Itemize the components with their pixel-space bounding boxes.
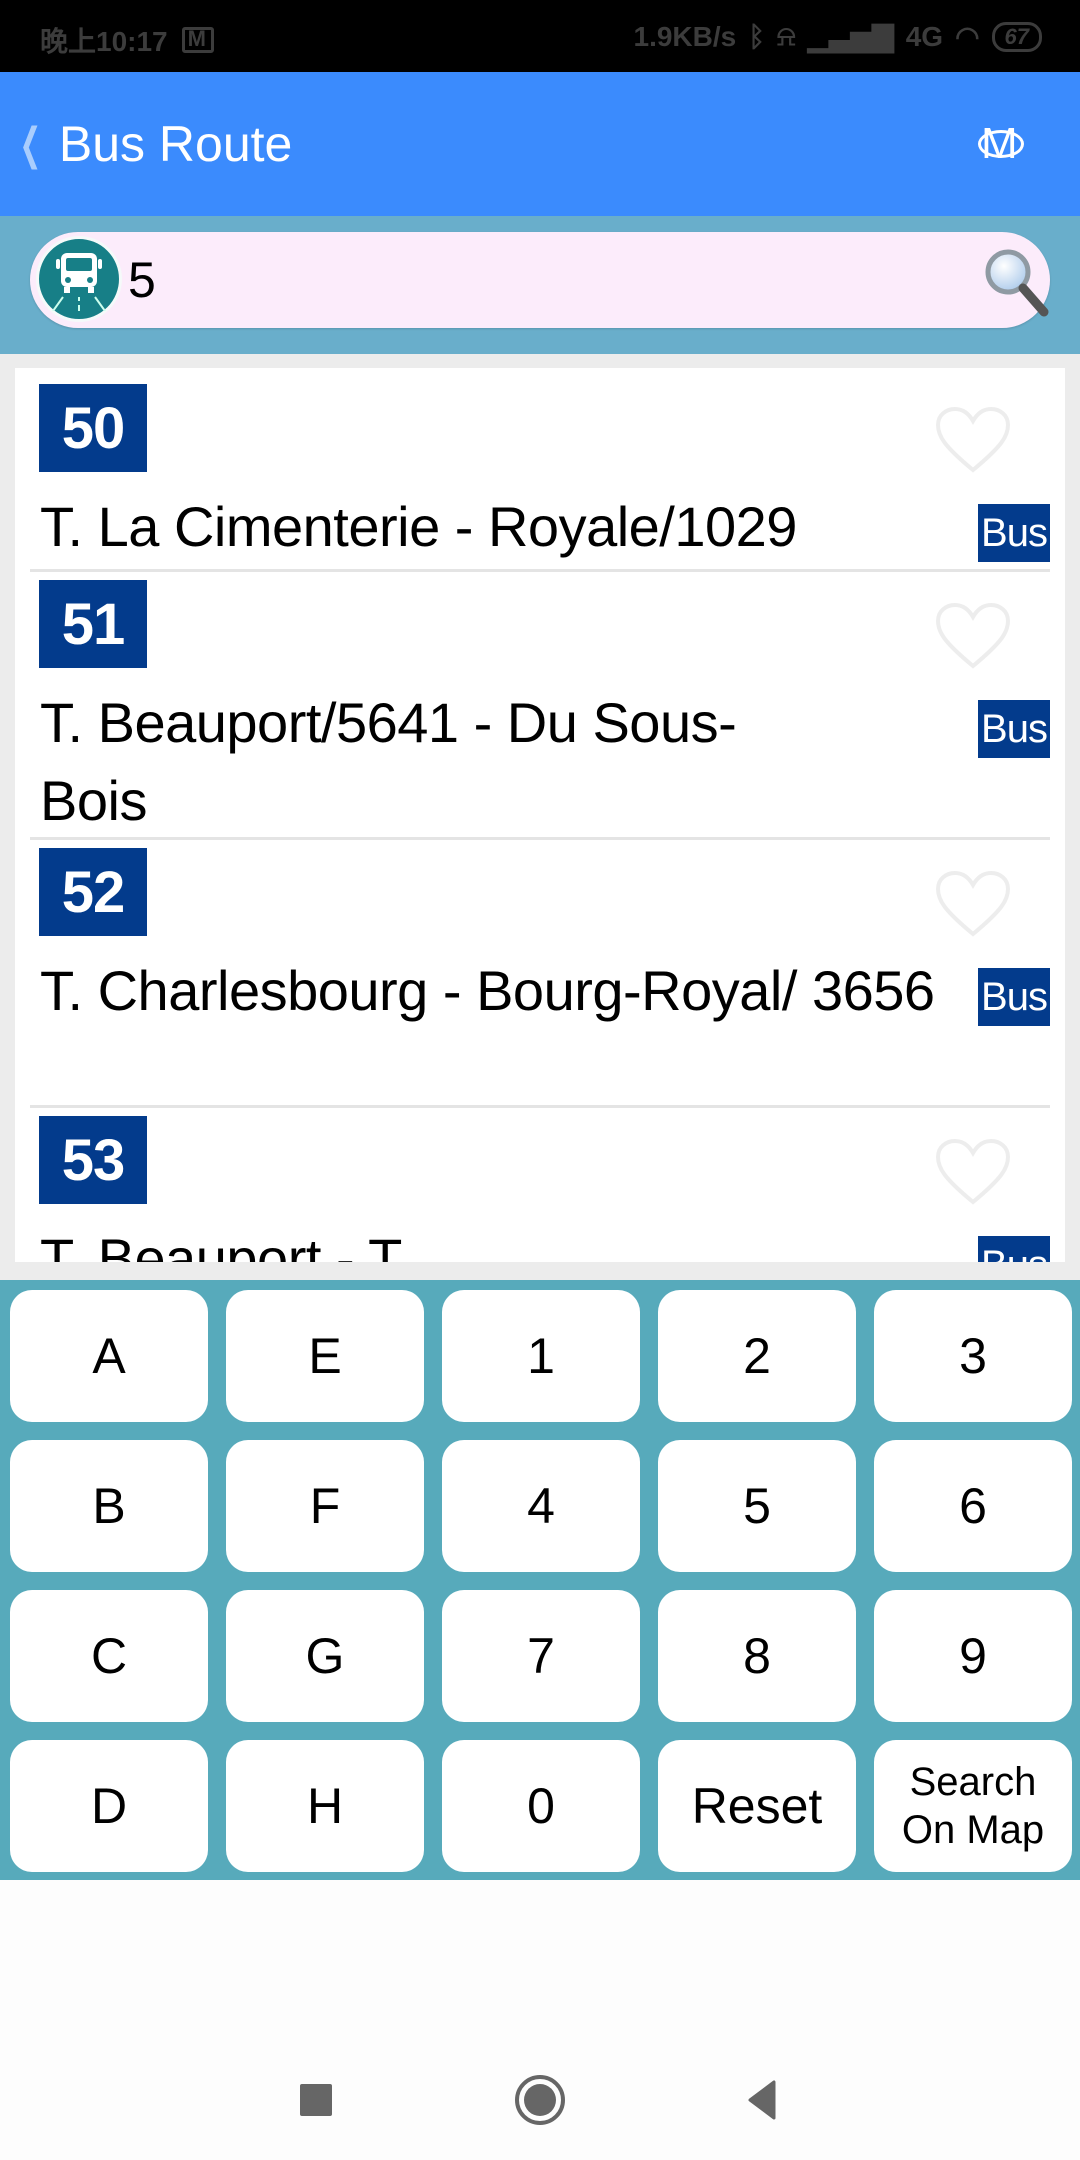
search-input[interactable] — [128, 246, 988, 314]
key-d[interactable]: D — [10, 1740, 208, 1872]
route-list-item[interactable]: 53 T. Beauport - T. Bus — [30, 1108, 1050, 1262]
key-2[interactable]: 2 — [658, 1290, 856, 1422]
route-name: T. Beauport - T. — [40, 1227, 411, 1262]
route-number-badge: 51 — [39, 580, 147, 668]
heart-outline-icon[interactable] — [934, 1138, 1012, 1206]
search-bar — [0, 216, 1080, 354]
app-header: ❮ Bus Route M — [0, 72, 1080, 216]
key-1[interactable]: 1 — [442, 1290, 640, 1422]
key-c[interactable]: C — [10, 1590, 208, 1722]
app-screen: 晚上10:17 1.9KB/s ᛒ ⍾ ▁▃▅▇ 4G ◠ 67 ❮ Bus R… — [0, 0, 1080, 2160]
key-reset[interactable]: Reset — [658, 1740, 856, 1872]
mute-bell-icon: ⍾ — [777, 20, 796, 51]
key-label-line: On Map — [901, 1808, 1045, 1852]
chevron-left-icon: ❮ — [19, 118, 42, 170]
route-number-badge: 52 — [39, 848, 147, 936]
key-search-on-map[interactable]: Search On Map — [874, 1740, 1072, 1872]
key-label-line: Search — [909, 1760, 1037, 1804]
bluetooth-icon: ᛒ — [748, 20, 766, 52]
network-type: 4G — [905, 20, 944, 52]
key-b[interactable]: B — [10, 1440, 208, 1572]
metro-button[interactable]: M — [976, 120, 1028, 168]
heart-outline-icon[interactable] — [934, 870, 1012, 938]
route-list[interactable]: 50 T. La Cimenterie - Royale/1029 Bus 51… — [15, 368, 1065, 1262]
heart-outline-icon[interactable] — [934, 406, 1012, 474]
search-field-container — [30, 232, 1050, 328]
bus-icon — [36, 236, 122, 322]
transport-type-badge: Bus — [978, 1236, 1050, 1262]
wifi-icon: ◠ — [955, 21, 980, 52]
route-name: T. Charlesbourg - Bourg-Royal/ 3656 — [40, 959, 935, 1022]
key-3[interactable]: 3 — [874, 1290, 1072, 1422]
route-list-item[interactable]: 51 T. Beauport/5641 - Du Sous-Bois Bus — [30, 572, 1050, 840]
network-speed: 1.9KB/s — [633, 20, 737, 52]
route-list-item[interactable]: 52 T. Charlesbourg - Bourg-Royal/ 3656 B… — [30, 840, 1050, 1108]
home-icon[interactable] — [510, 2070, 570, 2130]
route-keypad: A E 1 2 3 B F 4 5 6 C G 7 8 9 D H 0 Reset Search On Map — [0, 1280, 1080, 1880]
back-icon[interactable] — [732, 2070, 792, 2130]
key-e[interactable]: E — [226, 1290, 424, 1422]
system-nav-bar — [0, 1990, 1080, 2160]
route-name: T. Beauport/5641 - Du Sous-Bois — [40, 691, 737, 832]
key-f[interactable]: F — [226, 1440, 424, 1572]
back-button[interactable]: ❮ Bus Route — [12, 112, 292, 176]
transport-type-badge: Bus — [978, 504, 1050, 562]
signal-icon: ▁▃▅▇ — [807, 21, 894, 52]
key-g[interactable]: G — [226, 1590, 424, 1722]
key-7[interactable]: 7 — [442, 1590, 640, 1722]
transport-type-badge: Bus — [978, 968, 1050, 1026]
route-list-area: 50 T. La Cimenterie - Royale/1029 Bus 51… — [0, 354, 1080, 1280]
recents-icon[interactable] — [286, 2070, 346, 2130]
route-number-badge: 53 — [39, 1116, 147, 1204]
key-h[interactable]: H — [226, 1740, 424, 1872]
status-bar: 晚上10:17 1.9KB/s ᛒ ⍾ ▁▃▅▇ 4G ◠ 67 — [0, 0, 1080, 72]
key-9[interactable]: 9 — [874, 1590, 1072, 1722]
battery-indicator: 67 — [991, 21, 1042, 52]
route-name: T. La Cimenterie - Royale/1029 — [40, 495, 797, 558]
route-list-item[interactable]: 50 T. La Cimenterie - Royale/1029 Bus — [30, 376, 1050, 572]
status-time: 晚上10:17 — [40, 26, 168, 57]
key-4[interactable]: 4 — [442, 1440, 640, 1572]
mail-notification-icon — [181, 26, 214, 53]
key-8[interactable]: 8 — [658, 1590, 856, 1722]
key-0[interactable]: 0 — [442, 1740, 640, 1872]
key-5[interactable]: 5 — [658, 1440, 856, 1572]
key-6[interactable]: 6 — [874, 1440, 1072, 1572]
transport-type-badge: Bus — [978, 700, 1050, 758]
route-number-badge: 50 — [39, 384, 147, 472]
search-icon[interactable] — [980, 244, 1050, 318]
page-title: Bus Route — [58, 116, 293, 172]
heart-outline-icon[interactable] — [934, 602, 1012, 670]
key-a[interactable]: A — [10, 1290, 208, 1422]
